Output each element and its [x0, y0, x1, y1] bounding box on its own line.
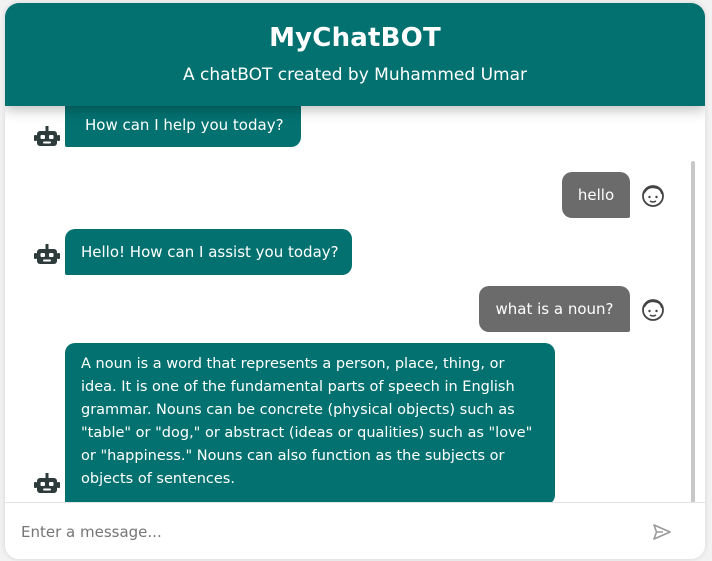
chat-window: MyChatBOT A chatBOT created by Muhammed …: [5, 3, 705, 559]
message-bubble-user: hello: [562, 172, 630, 218]
message-bubble-bot: How can I help you today?: [65, 106, 301, 147]
face-icon: [642, 185, 664, 207]
chat-header: MyChatBOT A chatBOT created by Muhammed …: [5, 3, 705, 106]
send-icon[interactable]: [651, 521, 673, 543]
input-bar: [5, 502, 705, 559]
robot-icon: [34, 473, 60, 493]
app-subtitle: A chatBOT created by Muhammed Umar: [182, 65, 527, 85]
robot-icon: [34, 244, 60, 264]
message-bubble-user: what is a noun?: [479, 286, 630, 332]
message-bubble-bot: A noun is a word that represents a perso…: [65, 343, 555, 502]
scrollbar-thumb[interactable]: [691, 161, 695, 502]
app-title: MyChatBOT: [269, 23, 441, 53]
message-bubble-bot: Hello! How can I assist you today?: [65, 229, 352, 275]
scrollbar[interactable]: [691, 161, 695, 502]
face-icon: [642, 299, 664, 321]
message-list[interactable]: How can I help you today? hello Hello! H…: [5, 106, 705, 502]
message-input[interactable]: [19, 515, 623, 549]
robot-icon: [34, 126, 60, 146]
